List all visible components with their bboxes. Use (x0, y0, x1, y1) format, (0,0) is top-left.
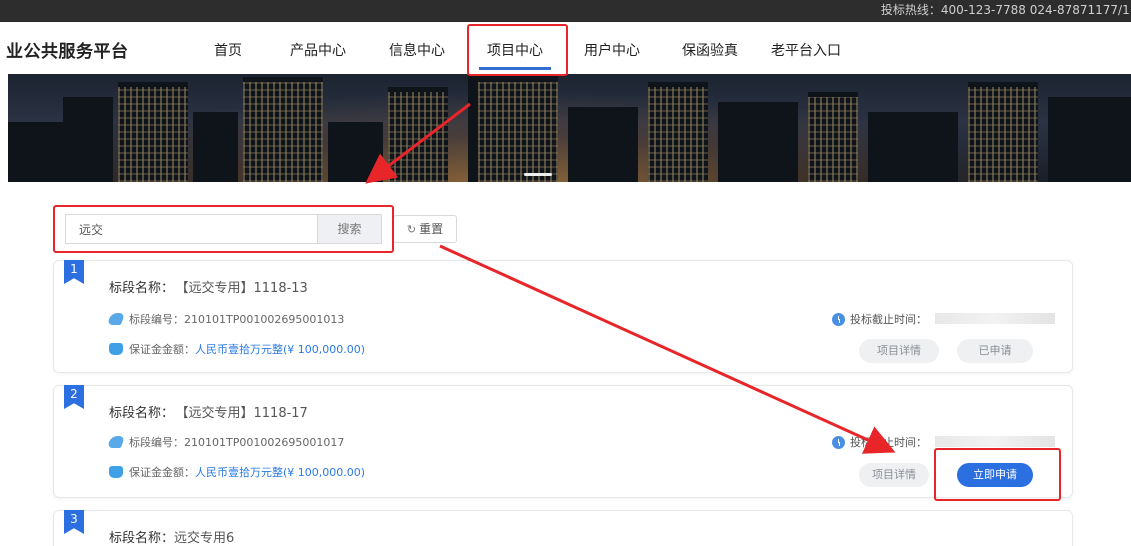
project-card: 2 标段名称： 【远交专用】1118-17 标段编号：210101TP001002… (53, 385, 1073, 498)
project-title: 标段名称： 【远交专用】1118-17 (109, 402, 308, 421)
project-code-row: 标段编号：210101TP001002695001013 (106, 311, 345, 327)
clock-icon (832, 313, 845, 326)
nav-item-user[interactable]: 用户中心 (584, 40, 640, 60)
project-name-label: 标段名称： (109, 531, 175, 546)
project-name-value: 远交专用6 (174, 531, 235, 546)
deadline-label: 投标截止时间： (850, 436, 927, 449)
project-name-value: 【远交专用】1118-17 (182, 406, 308, 421)
deposit-value: 人民币壹拾万元整(¥ 100,000.00) (195, 466, 366, 479)
city-banner (8, 74, 1131, 182)
index-badge: 2 (64, 385, 84, 409)
search-button[interactable]: 搜索 (317, 215, 381, 243)
nav-item-verify[interactable]: 保函验真 (682, 40, 738, 60)
deposit-value: 人民币壹拾万元整(¥ 100,000.00) (195, 343, 366, 356)
deadline-value-redacted (935, 436, 1055, 447)
project-name-value: 【远交专用】1118-13 (182, 281, 308, 296)
site-brand[interactable]: 业公共服务平台 (6, 37, 129, 62)
deposit-label: 保证金金额： (129, 343, 195, 356)
project-title: 标段名称： 【远交专用】1118-13 (109, 277, 308, 296)
deposit-row: 保证金金额：人民币壹拾万元整(¥ 100,000.00) (109, 464, 365, 480)
project-card: 1 标段名称： 【远交专用】1118-13 标段编号：210101TP001002… (53, 260, 1073, 373)
deadline-value-redacted (935, 313, 1055, 324)
apply-now-button[interactable]: 立即申请 (957, 463, 1033, 487)
search-input[interactable] (66, 215, 318, 243)
project-name-label: 标段名称： (109, 406, 175, 421)
code-icon (106, 436, 126, 448)
reset-button[interactable]: ↻ 重置 (393, 215, 457, 243)
reset-label: 重置 (419, 222, 444, 236)
deadline-row: 投标截止时间： (832, 434, 1055, 450)
clock-icon (832, 436, 845, 449)
project-card: 3 标段名称：远交专用6 (53, 510, 1073, 546)
nav-item-projects[interactable]: 项目中心 (479, 40, 551, 70)
deadline-label: 投标截止时间： (850, 313, 927, 326)
nav-item-old-platform[interactable]: 老平台入口 (771, 40, 841, 60)
money-bag-icon (109, 466, 123, 478)
project-code-label: 标段编号： (129, 436, 184, 449)
nav-item-info[interactable]: 信息中心 (389, 40, 445, 60)
code-icon (106, 313, 126, 325)
project-code-value: 210101TP001002695001017 (184, 436, 345, 449)
money-bag-icon (109, 343, 123, 355)
project-code-label: 标段编号： (129, 313, 184, 326)
index-badge: 3 (64, 510, 84, 534)
applied-button[interactable]: 已申请 (957, 339, 1033, 363)
refresh-icon: ↻ (406, 223, 417, 236)
project-name-label: 标段名称： (109, 281, 175, 296)
top-bar: 投标热线：400-123-7788 024-87871177/118 (0, 0, 1131, 22)
nav-item-home[interactable]: 首页 (214, 40, 242, 60)
project-title: 标段名称：远交专用6 (109, 527, 234, 546)
nav-item-products[interactable]: 产品中心 (290, 40, 346, 60)
deposit-label: 保证金金额： (129, 466, 195, 479)
project-detail-button[interactable]: 项目详情 (859, 463, 929, 487)
deposit-row: 保证金金额：人民币壹拾万元整(¥ 100,000.00) (109, 341, 365, 357)
project-code-value: 210101TP001002695001013 (184, 313, 345, 326)
carousel-indicator[interactable] (524, 173, 552, 176)
main-nav: 业公共服务平台 首页 产品中心 信息中心 项目中心 用户中心 保函验真 老平台入… (0, 22, 1131, 74)
deadline-row: 投标截止时间： (832, 311, 1055, 327)
search-bar: 搜索 (65, 214, 382, 244)
index-badge: 1 (64, 260, 84, 284)
project-code-row: 标段编号：210101TP001002695001017 (106, 434, 345, 450)
project-detail-button[interactable]: 项目详情 (859, 339, 939, 363)
hotline-text: 投标热线：400-123-7788 024-87871177/118 (880, 3, 1131, 17)
